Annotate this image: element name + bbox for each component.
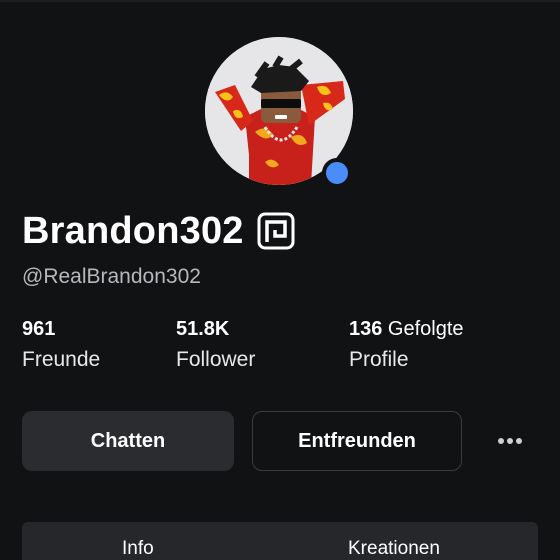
unfriend-button[interactable]: Entfreunden — [252, 411, 462, 471]
more-options-button[interactable] — [488, 425, 532, 457]
premium-badge-icon — [256, 211, 296, 251]
tab-info[interactable]: Info — [122, 538, 154, 560]
more-horizontal-icon — [498, 438, 522, 444]
stat-label: Profile — [349, 348, 409, 371]
stat-following[interactable]: 136 Gefolgte Profile — [349, 316, 464, 375]
stat-friends[interactable]: 961 Freunde — [22, 316, 100, 375]
display-name: Brandon302 — [22, 209, 244, 252]
username: @RealBrandon302 — [22, 265, 201, 288]
stat-label: Freunde — [22, 348, 101, 371]
chat-button[interactable]: Chatten — [22, 411, 234, 471]
stat-followers[interactable]: 51.8K Follower — [176, 316, 255, 375]
stat-label: Follower — [176, 348, 256, 371]
stat-value: 961 — [22, 318, 56, 340]
stat-value: 136 Gefolgte — [349, 318, 464, 340]
tab-creations[interactable]: Kreationen — [348, 538, 440, 560]
stat-value: 51.8K — [176, 318, 230, 340]
profile-tabs: Info Kreationen — [22, 522, 538, 560]
name-row: Brandon302 — [22, 207, 296, 255]
top-divider — [0, 0, 560, 2]
profile-page: Brandon302 @RealBrandon302 961 Freunde 5… — [0, 0, 560, 560]
online-status-indicator — [322, 158, 352, 188]
